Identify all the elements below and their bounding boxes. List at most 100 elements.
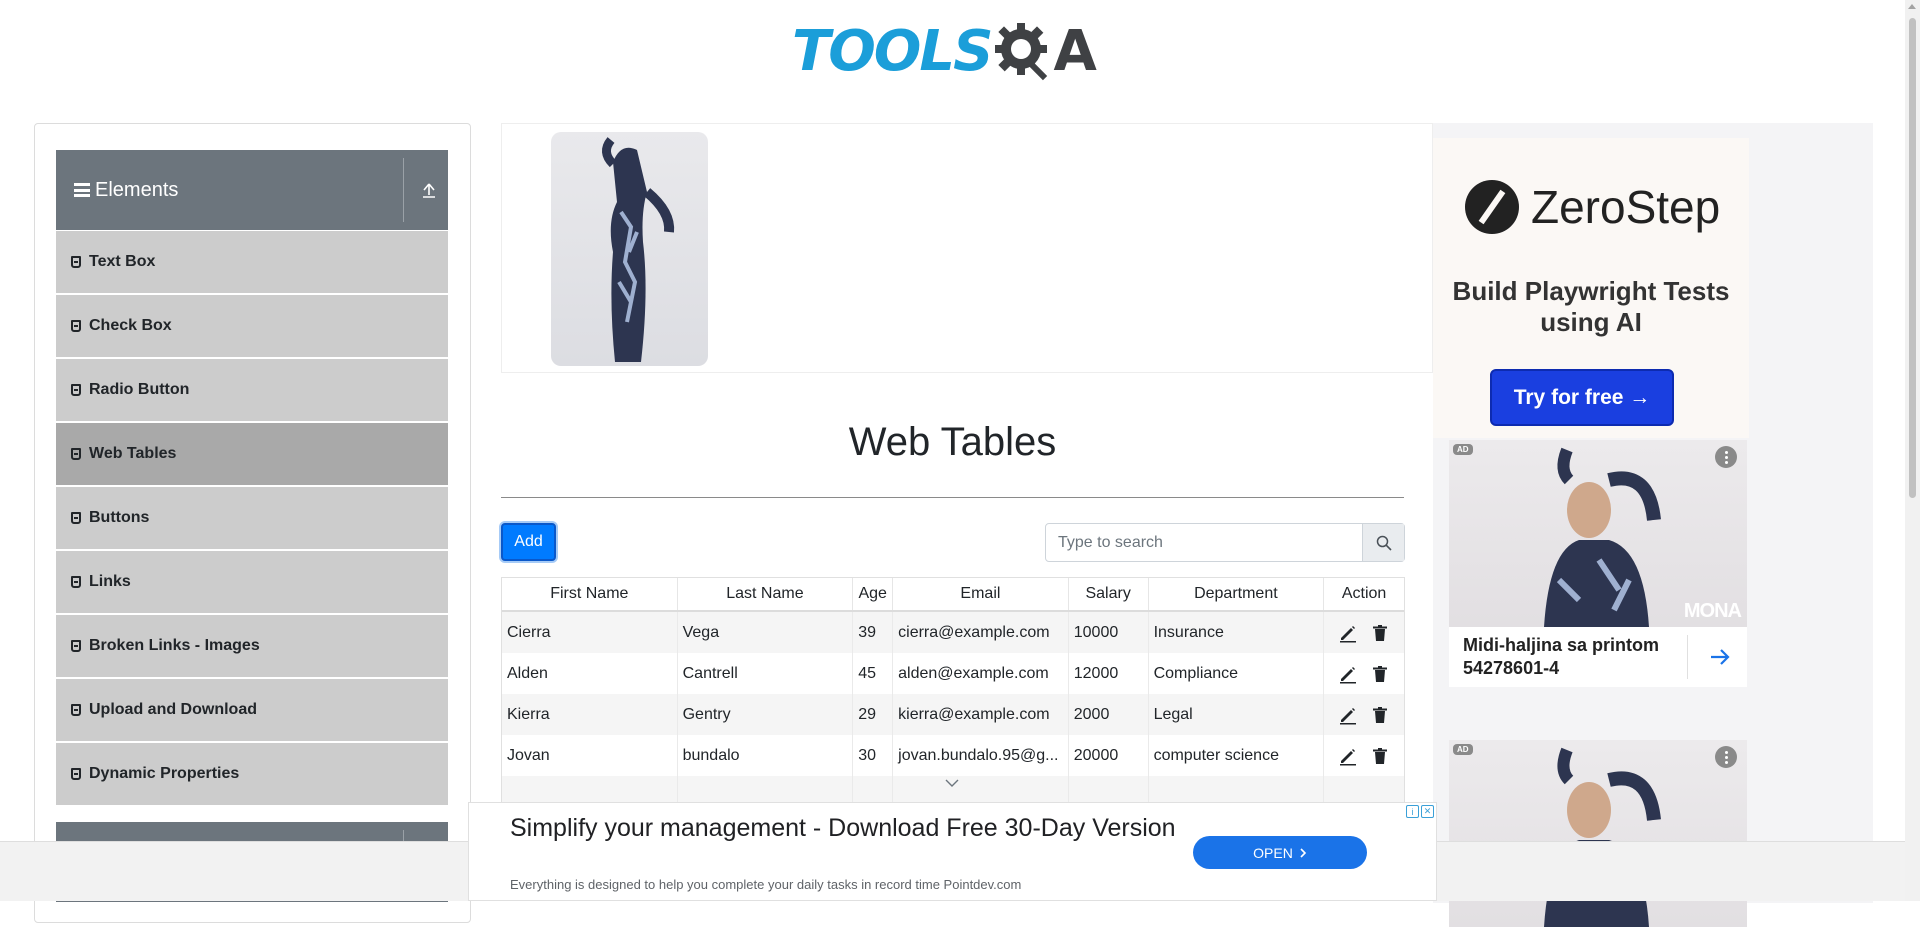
item-icon	[71, 448, 81, 460]
adchoices[interactable]: i ✕	[1406, 805, 1434, 818]
open-ad-button[interactable]: OPEN	[1193, 836, 1367, 869]
item-icon	[71, 768, 81, 780]
info-icon[interactable]: i	[1406, 805, 1419, 818]
cell-age: 39	[853, 612, 894, 653]
open-label: OPEN	[1253, 844, 1293, 861]
sidebar-item-label: Check Box	[89, 317, 172, 334]
sidebar-item-label: Web Tables	[89, 445, 177, 462]
table-row: Cierra Vega 39 cierra@example.com 10000 …	[502, 612, 1404, 653]
scroll-thumb[interactable]	[1909, 18, 1916, 498]
chevron-down-icon	[945, 779, 959, 787]
edit-pencil-icon[interactable]	[1338, 746, 1358, 766]
cell-age: 45	[853, 653, 894, 694]
cell-last-name: Vega	[678, 612, 854, 653]
sidebar-item-label: Text Box	[89, 253, 156, 270]
collapse-up-icon[interactable]	[419, 180, 439, 200]
edit-pencil-icon[interactable]	[1338, 664, 1358, 684]
column-header-email[interactable]: Email	[893, 578, 1069, 610]
sidebar-item-radio-button[interactable]: Radio Button	[56, 359, 448, 421]
fashion-model-image	[551, 132, 708, 366]
sidebar: Elements Text Box Check Box Radio Button…	[34, 123, 471, 923]
sidebar-item-text-box[interactable]: Text Box	[56, 231, 448, 293]
product-info[interactable]: Midi-haljina sa printom 54278601-4	[1449, 627, 1747, 687]
cell-actions	[1324, 653, 1404, 694]
add-button[interactable]: Add	[501, 523, 556, 561]
search-icon	[1376, 535, 1392, 551]
page-title: Web Tables	[848, 420, 1057, 464]
item-icon	[71, 384, 81, 396]
sidebar-item-label: Buttons	[89, 509, 150, 526]
sidebar-item-label: Radio Button	[89, 381, 190, 398]
sidebar-item-check-box[interactable]: Check Box	[56, 295, 448, 357]
table-row: Jovan bundalo 30 jovan.bundalo.95@g... 2…	[502, 735, 1404, 776]
product-divider	[1687, 635, 1688, 679]
cell-first-name: Alden	[502, 653, 678, 694]
cell-age: 30	[853, 735, 894, 776]
delete-trash-icon[interactable]	[1370, 746, 1390, 766]
sidebar-item-web-tables[interactable]: Web Tables	[56, 423, 448, 485]
logo-text: TOOLS	[792, 19, 993, 84]
item-icon	[71, 640, 81, 652]
menu-icon	[74, 183, 90, 197]
cell-email: jovan.bundalo.95@g...	[893, 735, 1069, 776]
cell-last-name: Cantrell	[678, 653, 854, 694]
right-ad-column: ZeroStep Build Playwright Tests using AI…	[1433, 123, 1873, 927]
search-input[interactable]	[1046, 524, 1362, 561]
web-table: First Name Last Name Age Email Salary De…	[501, 577, 1405, 807]
edit-pencil-icon[interactable]	[1338, 623, 1358, 643]
cell-first-name: Kierra	[502, 694, 678, 735]
edit-pencil-icon[interactable]	[1338, 705, 1358, 725]
arrow-right-icon[interactable]	[1709, 647, 1731, 667]
model-photo-icon	[1544, 447, 1661, 627]
item-icon	[71, 576, 81, 588]
sidebar-item-dynamic-properties[interactable]: Dynamic Properties	[56, 743, 448, 805]
cell-last-name: bundalo	[678, 735, 854, 776]
column-header-action[interactable]: Action	[1324, 578, 1404, 610]
sidebar-item-broken-links[interactable]: Broken Links - Images	[56, 615, 448, 677]
cell-salary: 12000	[1069, 653, 1149, 694]
top-banner-ad[interactable]	[501, 123, 1433, 373]
column-header-salary[interactable]: Salary	[1069, 578, 1149, 610]
close-icon[interactable]: ✕	[1421, 805, 1434, 818]
toolsqa-logo[interactable]: TOOLS A	[792, 14, 1097, 90]
cell-department: computer science	[1149, 735, 1325, 776]
cell-salary: 2000	[1069, 694, 1149, 735]
page-scrollbar[interactable]	[1905, 0, 1920, 901]
item-icon	[71, 320, 81, 332]
zerostep-ad[interactable]: ZeroStep Build Playwright Tests using AI…	[1433, 138, 1749, 438]
sidebar-item-upload-download[interactable]: Upload and Download	[56, 679, 448, 741]
sidebar-item-buttons[interactable]: Buttons	[56, 487, 448, 549]
product-ad-card[interactable]: AD MONA Midi-haljina sa printom 54278601…	[1449, 440, 1747, 687]
cell-actions	[1324, 612, 1404, 653]
cell-department: Insurance	[1149, 612, 1325, 653]
sidebar-item-label: Dynamic Properties	[89, 765, 240, 782]
cell-first-name: Jovan	[502, 735, 678, 776]
group-title: Elements	[95, 178, 179, 201]
column-header-department[interactable]: Department	[1149, 578, 1325, 610]
search-box	[1045, 523, 1405, 562]
try-for-free-button[interactable]: Try for free →	[1490, 369, 1674, 426]
elements-menu: Text Box Check Box Radio Button Web Tabl…	[56, 231, 448, 807]
cell-email: alden@example.com	[893, 653, 1069, 694]
delete-trash-icon[interactable]	[1370, 705, 1390, 725]
model-figure-icon	[602, 137, 675, 362]
column-header-last-name[interactable]: Last Name	[678, 578, 854, 610]
delete-trash-icon[interactable]	[1370, 623, 1390, 643]
cell-actions	[1324, 735, 1404, 776]
sidebar-item-links[interactable]: Links	[56, 551, 448, 613]
elements-group-header[interactable]: Elements	[56, 150, 448, 230]
cell-email: kierra@example.com	[893, 694, 1069, 735]
product-title: Midi-haljina sa printom 54278601-4	[1463, 635, 1660, 678]
delete-trash-icon[interactable]	[1370, 664, 1390, 684]
bottom-banner-ad[interactable]: Simplify your management - Download Free…	[468, 802, 1437, 901]
column-header-age[interactable]: Age	[853, 578, 894, 610]
ad-subtext: Everything is designed to help you compl…	[510, 877, 1022, 892]
column-header-first-name[interactable]: First Name	[502, 578, 678, 610]
scroll-up-arrow-icon[interactable]	[1908, 4, 1916, 9]
cell-salary: 10000	[1069, 612, 1149, 653]
search-button[interactable]	[1362, 524, 1404, 561]
zerostep-tagline: Build Playwright Tests using AI	[1452, 276, 1730, 337]
sidebar-item-label: Upload and Download	[89, 701, 257, 718]
item-icon	[71, 256, 81, 268]
header-divider	[403, 158, 404, 222]
